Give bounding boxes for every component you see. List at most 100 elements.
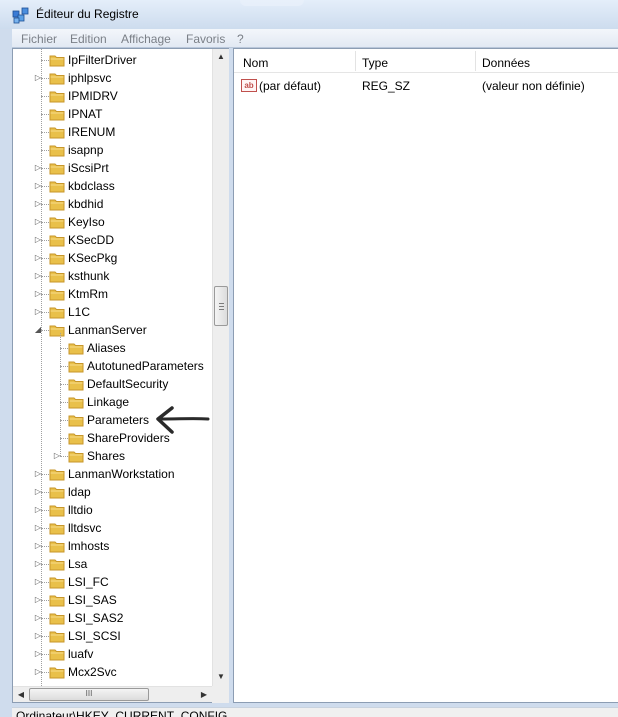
tree-item[interactable]: ▷ Mcx2Svc — [13, 663, 213, 681]
folder-icon — [49, 55, 65, 67]
tree-item[interactable]: ▷ LanmanWorkstation — [13, 465, 213, 483]
tree-horizontal-scrollbar[interactable]: ◀ III ▶ — [13, 686, 212, 702]
menu-edition[interactable]: Edition — [70, 32, 107, 46]
folder-icon — [68, 433, 84, 445]
tree-item-label: AutotunedParameters — [87, 359, 204, 373]
folder-icon — [49, 91, 65, 103]
tree-item-label: KSecDD — [68, 233, 115, 247]
tree-item[interactable]: ▷ luafv — [13, 645, 213, 663]
tree-item[interactable]: ▷ KtmRm — [13, 285, 213, 303]
menu-bar: Fichier Edition Affichage Favoris ? — [12, 29, 618, 48]
folder-icon — [49, 307, 65, 319]
collapsed-arrow-icon[interactable]: ▷ — [34, 308, 42, 316]
tree-item[interactable]: ▷ Lsa — [13, 555, 213, 573]
expanded-arrow-icon[interactable]: ◢ — [34, 326, 42, 334]
value-data: (valeur non définie) — [482, 79, 585, 93]
collapsed-arrow-icon[interactable]: ▷ — [34, 614, 42, 622]
collapsed-arrow-icon[interactable]: ▷ — [34, 632, 42, 640]
tree-item-label: iScsiPrt — [68, 161, 109, 175]
tree-item-label: ksthunk — [68, 269, 110, 283]
list-row[interactable]: ab (par défaut) REG_SZ (valeur non défin… — [234, 75, 618, 95]
collapsed-arrow-icon[interactable]: ▷ — [34, 650, 42, 658]
collapsed-arrow-icon[interactable]: ▷ — [34, 668, 42, 676]
folder-icon — [49, 271, 65, 283]
tree-item[interactable]: Aliases — [13, 339, 213, 357]
menu-fichier[interactable]: Fichier — [21, 32, 57, 46]
tree-item-label: Lsa — [68, 557, 88, 571]
tree-item-label: Parameters — [87, 413, 150, 427]
collapsed-arrow-icon[interactable]: ▷ — [34, 488, 42, 496]
collapsed-arrow-icon[interactable]: ▷ — [34, 542, 42, 550]
collapsed-arrow-icon[interactable]: ▷ — [34, 578, 42, 586]
menu-affichage[interactable]: Affichage — [121, 32, 171, 46]
tree-item[interactable]: IPMIDRV — [13, 87, 213, 105]
tree-item[interactable]: ▷ kbdclass — [13, 177, 213, 195]
tree-item[interactable]: IRENUM — [13, 123, 213, 141]
tree-item-label: isapnp — [68, 143, 104, 157]
value-type: REG_SZ — [362, 79, 411, 93]
tree-item[interactable]: ▷ iphlpsvc — [13, 69, 213, 87]
collapsed-arrow-icon[interactable]: ▷ — [34, 506, 42, 514]
collapsed-arrow-icon[interactable]: ▷ — [34, 200, 42, 208]
tree-item[interactable]: ▷ iScsiPrt — [13, 159, 213, 177]
scroll-left-arrow-icon[interactable]: ◀ — [13, 687, 29, 703]
collapsed-arrow-icon[interactable]: ▷ — [34, 560, 42, 568]
collapsed-arrow-icon[interactable]: ▷ — [34, 236, 42, 244]
column-header-data[interactable]: Données — [482, 49, 530, 73]
folder-icon — [49, 595, 65, 607]
folder-icon — [49, 109, 65, 121]
regedit-icon — [12, 7, 29, 24]
scroll-up-arrow-icon[interactable]: ▲ — [213, 49, 229, 65]
tree-item[interactable]: ▷ L1C — [13, 303, 213, 321]
collapsed-arrow-icon[interactable]: ▷ — [34, 182, 42, 190]
tree-item[interactable]: ▷ lltdsvc — [13, 519, 213, 537]
collapsed-arrow-icon[interactable]: ▷ — [34, 524, 42, 532]
tree-item[interactable]: ▷ KSecDD — [13, 231, 213, 249]
tree-item-label: LSI_SAS — [68, 593, 117, 607]
tree-item[interactable]: IPNAT — [13, 105, 213, 123]
collapsed-arrow-icon[interactable]: ▷ — [34, 272, 42, 280]
status-path: Ordinateur\HKEY_CURRENT_CONFIG — [16, 709, 228, 717]
tree-item[interactable]: ▷ KeyIso — [13, 213, 213, 231]
registry-tree[interactable]: IpFilterDriver ▷ iphlpsvc IPMIDRV IPNAT IRENU… — [12, 48, 229, 703]
tree-vertical-scrollbar[interactable]: ▲ ▼ — [212, 49, 229, 686]
tree-item-label: L1C — [68, 305, 91, 319]
tree-item[interactable]: ▷ ldap — [13, 483, 213, 501]
values-list[interactable]: Nom Type Données ab (par défaut) REG_SZ … — [233, 48, 618, 703]
tree-item[interactable]: ▷ LSI_SAS — [13, 591, 213, 609]
tree-item[interactable]: IpFilterDriver — [13, 51, 213, 69]
tree-item[interactable]: ▷ ksthunk — [13, 267, 213, 285]
column-header-name[interactable]: Nom — [243, 49, 268, 73]
collapsed-arrow-icon[interactable]: ▷ — [34, 290, 42, 298]
tree-item[interactable]: isapnp — [13, 141, 213, 159]
folder-icon — [49, 577, 65, 589]
collapsed-arrow-icon[interactable]: ▷ — [34, 164, 42, 172]
scroll-right-arrow-icon[interactable]: ▶ — [196, 687, 212, 703]
column-header-type[interactable]: Type — [362, 49, 388, 73]
tree-item[interactable]: ▷ LSI_FC — [13, 573, 213, 591]
tree-item[interactable]: ▷ LSI_SCSI — [13, 627, 213, 645]
tree-item[interactable]: AutotunedParameters — [13, 357, 213, 375]
collapsed-arrow-icon[interactable]: ▷ — [34, 254, 42, 262]
horizontal-scroll-thumb[interactable]: III — [29, 688, 149, 701]
vertical-scroll-thumb[interactable] — [214, 286, 228, 326]
tree-item-label: kbdhid — [68, 197, 104, 211]
tree-item[interactable]: ▷ KSecPkg — [13, 249, 213, 267]
tree-item[interactable]: ▷ lltdio — [13, 501, 213, 519]
status-bar: Ordinateur\HKEY_CURRENT_CONFIG — [12, 707, 618, 717]
tree-item[interactable]: ▷ LSI_SAS2 — [13, 609, 213, 627]
collapsed-arrow-icon[interactable]: ▷ — [34, 74, 42, 82]
tree-item[interactable]: DefaultSecurity — [13, 375, 213, 393]
tree-item[interactable]: ▷ lmhosts — [13, 537, 213, 555]
collapsed-arrow-icon[interactable]: ▷ — [34, 596, 42, 604]
menu-favoris[interactable]: Favoris — [186, 32, 225, 46]
collapsed-arrow-icon[interactable]: ▷ — [34, 470, 42, 478]
collapsed-arrow-icon[interactable]: ▷ — [34, 218, 42, 226]
tree-item-label: Shares — [87, 449, 126, 463]
tree-item[interactable]: ◢ LanmanServer — [13, 321, 213, 339]
scroll-down-arrow-icon[interactable]: ▼ — [213, 669, 229, 685]
tree-item[interactable]: ▷ Shares — [13, 447, 213, 465]
tree-item[interactable]: ▷ kbdhid — [13, 195, 213, 213]
tree-item-label: lmhosts — [68, 539, 110, 553]
menu-help[interactable]: ? — [237, 32, 244, 46]
